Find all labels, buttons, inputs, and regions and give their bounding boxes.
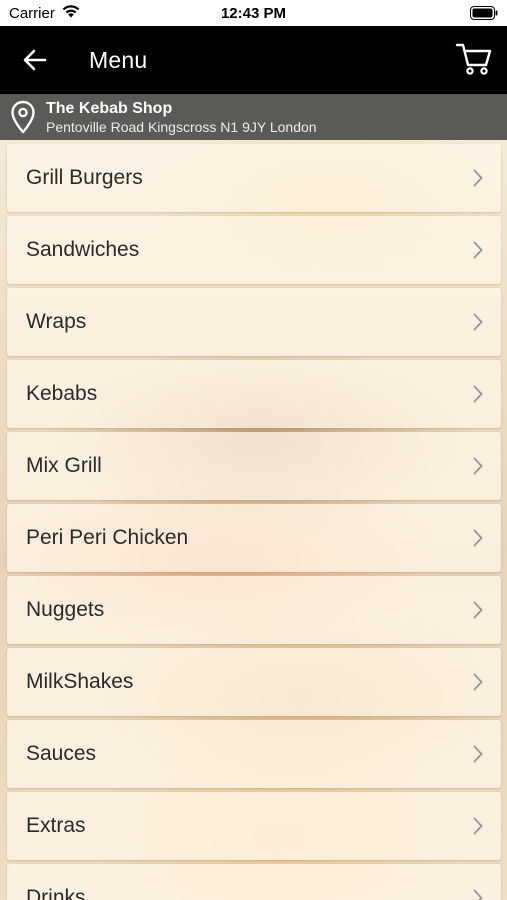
menu-content[interactable]: Grill Burgers Sandwiches Wraps Kebabs Mi… <box>0 140 507 900</box>
page-title: Menu <box>89 46 148 73</box>
menu-item-sauces[interactable]: Sauces <box>7 720 501 788</box>
menu-item-nuggets[interactable]: Nuggets <box>7 576 501 644</box>
location-text: The Kebab Shop Pentoville Road Kingscros… <box>46 99 317 136</box>
menu-item-label: Peri Peri Chicken <box>26 526 189 549</box>
location-pin-icon <box>0 94 46 140</box>
location-bar[interactable]: The Kebab Shop Pentoville Road Kingscros… <box>0 94 507 140</box>
menu-item-sandwiches[interactable]: Sandwiches <box>7 216 501 284</box>
status-bar: Carrier 12:43 PM <box>0 0 507 26</box>
chevron-right-icon <box>473 889 483 900</box>
menu-item-label: Sandwiches <box>26 238 140 261</box>
chevron-right-icon <box>473 745 483 763</box>
menu-item-milkshakes[interactable]: MilkShakes <box>7 648 501 716</box>
menu-item-label: Sauces <box>26 742 97 765</box>
menu-item-extras[interactable]: Extras <box>7 792 501 860</box>
back-button[interactable] <box>0 26 70 94</box>
menu-item-peri-peri-chicken[interactable]: Peri Peri Chicken <box>7 504 501 572</box>
chevron-right-icon <box>473 457 483 475</box>
menu-item-label: Extras <box>26 814 86 837</box>
menu-item-label: MilkShakes <box>26 670 134 693</box>
menu-item-grill-burgers[interactable]: Grill Burgers <box>7 144 501 212</box>
chevron-right-icon <box>473 385 483 403</box>
menu-item-label: Kebabs <box>26 382 98 405</box>
chevron-right-icon <box>473 673 483 691</box>
menu-item-mix-grill[interactable]: Mix Grill <box>7 432 501 500</box>
chevron-right-icon <box>473 817 483 835</box>
chevron-right-icon <box>473 313 483 331</box>
menu-item-label: Drinks <box>26 886 86 900</box>
nav-bar: Menu <box>0 26 507 94</box>
shop-address: Pentoville Road Kingscross N1 9JY London <box>46 118 317 135</box>
chevron-right-icon <box>473 241 483 259</box>
shop-name: The Kebab Shop <box>46 99 173 117</box>
cart-button[interactable] <box>455 40 493 78</box>
arrow-left-icon <box>23 49 47 71</box>
carrier-label: Carrier <box>9 4 55 22</box>
battery-icon <box>470 6 498 20</box>
menu-item-drinks[interactable]: Drinks <box>7 864 501 900</box>
status-left: Carrier <box>9 4 81 22</box>
menu-item-label: Nuggets <box>26 598 105 621</box>
menu-list: Grill Burgers Sandwiches Wraps Kebabs Mi… <box>0 144 507 900</box>
menu-item-wraps[interactable]: Wraps <box>7 288 501 356</box>
chevron-right-icon <box>473 601 483 619</box>
chevron-right-icon <box>473 529 483 547</box>
chevron-right-icon <box>473 169 483 187</box>
menu-item-kebabs[interactable]: Kebabs <box>7 360 501 428</box>
menu-item-label: Wraps <box>26 310 87 333</box>
cart-icon <box>455 43 492 75</box>
menu-item-label: Grill Burgers <box>26 166 143 189</box>
menu-item-label: Mix Grill <box>26 454 102 477</box>
wifi-icon <box>61 4 81 22</box>
